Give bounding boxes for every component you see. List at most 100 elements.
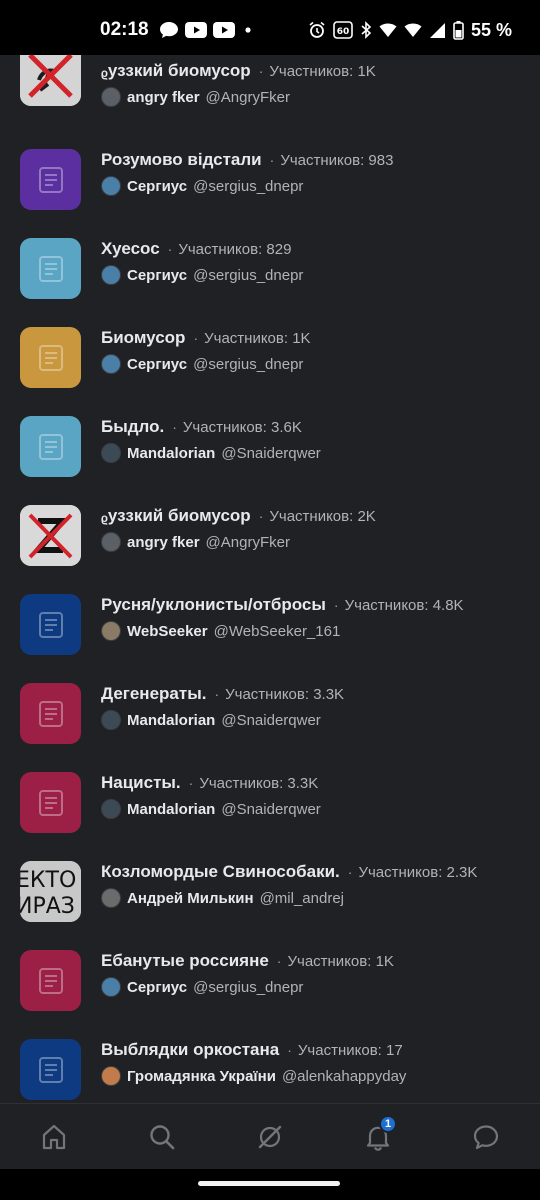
list-separator: · bbox=[188, 775, 194, 791]
owner-handle: @sergius_dnepr bbox=[193, 355, 304, 373]
list-icon bbox=[20, 683, 81, 744]
avatar bbox=[101, 710, 121, 730]
list-item[interactable]: Дегенераты. · Участников: 3.3K Mandalori… bbox=[0, 678, 540, 767]
owner-handle: @Snaiderqwer bbox=[221, 800, 321, 818]
avatar bbox=[101, 1066, 121, 1086]
notification-badge: 1 bbox=[379, 1114, 397, 1133]
list-item[interactable]: ᵨуззкий биомусор · Участников: 1K angry … bbox=[0, 55, 540, 144]
spaces-icon bbox=[258, 1125, 282, 1148]
youtube-icon bbox=[212, 22, 235, 38]
list-item[interactable]: Розумово відстали · Участников: 983 Серг… bbox=[0, 144, 540, 233]
owner-name: Mandalorian bbox=[127, 444, 216, 462]
lists-container: ᵨуззкий биомусор · Участников: 1K angry … bbox=[0, 55, 540, 1103]
list-member-count: Участников: 2.3K bbox=[358, 864, 478, 881]
nav-messages[interactable] bbox=[456, 1107, 516, 1167]
avatar bbox=[101, 799, 121, 819]
refresh-rate-label: 60 bbox=[337, 27, 350, 37]
list-separator: · bbox=[258, 508, 264, 524]
home-icon bbox=[42, 1124, 66, 1149]
list-item[interactable]: Хуесос · Участников: 829 Сергиус @sergiu… bbox=[0, 233, 540, 322]
list-separator: · bbox=[214, 686, 220, 702]
status-bar: 02:18 60 55 % bbox=[0, 0, 540, 60]
gesture-handle[interactable] bbox=[198, 1181, 340, 1186]
image-text-line-2: ИРАЗ bbox=[20, 894, 75, 919]
list-item[interactable]: Выблядки оркостана · Участников: 17 Гром… bbox=[0, 1034, 540, 1103]
list-member-count: Участников: 1K bbox=[269, 63, 376, 80]
youtube-icon bbox=[184, 22, 207, 38]
messages-icon bbox=[473, 1124, 499, 1149]
avatar bbox=[101, 621, 121, 641]
bluetooth-icon bbox=[360, 21, 372, 39]
owner-name: Громадянка України bbox=[127, 1067, 276, 1085]
wifi-icon bbox=[379, 22, 397, 38]
list-separator: · bbox=[167, 241, 173, 257]
list-item[interactable]: ЕКТО ИРАЗ Козломордые Свинособаки. · Учас… bbox=[0, 856, 540, 945]
list-name: ᵨуззкий биомусор bbox=[101, 61, 251, 80]
list-separator: · bbox=[269, 152, 275, 168]
owner-handle: @alenkahappyday bbox=[281, 1067, 407, 1085]
owner-name: angry fker bbox=[127, 533, 200, 551]
list-item[interactable]: Ебанутые россияне · Участников: 1K Серги… bbox=[0, 945, 540, 1034]
list-icon bbox=[20, 238, 81, 299]
list-member-count: Участников: 983 bbox=[280, 152, 394, 169]
owner-handle: @WebSeeker_161 bbox=[213, 622, 341, 640]
owner-name: WebSeeker bbox=[127, 622, 208, 640]
list-name: Нацисты. bbox=[101, 773, 181, 792]
chat-bubble-icon bbox=[159, 21, 179, 39]
list-icon bbox=[20, 149, 81, 210]
list-separator: · bbox=[258, 63, 264, 79]
list-member-count: Участников: 4.8K bbox=[344, 597, 464, 614]
list-name: Хуесос bbox=[101, 239, 160, 258]
nav-home[interactable] bbox=[24, 1107, 84, 1167]
list-item[interactable]: ᵨуззкий биомусор · Участников: 2K angry … bbox=[0, 500, 540, 589]
status-system-icons: 60 55 % bbox=[308, 20, 512, 41]
signal-icon bbox=[429, 22, 446, 39]
status-time: 02:18 bbox=[100, 19, 149, 40]
avatar bbox=[101, 532, 121, 552]
list-name: Дегенераты. bbox=[101, 684, 207, 703]
avatar bbox=[101, 265, 121, 285]
owner-handle: @mil_andrej bbox=[259, 889, 344, 907]
list-name: ᵨуззкий биомусор bbox=[101, 506, 251, 525]
list-item[interactable]: Русня/уклонисты/отбросы · Участников: 4.… bbox=[0, 589, 540, 678]
list-name: Выблядки оркостана bbox=[101, 1040, 280, 1059]
search-icon bbox=[150, 1124, 175, 1149]
owner-name: Сергиус bbox=[127, 266, 188, 284]
owner-handle: @Snaiderqwer bbox=[221, 444, 321, 462]
owner-name: Сергиус bbox=[127, 978, 188, 996]
list-separator: · bbox=[193, 330, 199, 346]
list-name: Биомусор bbox=[101, 328, 186, 347]
list-member-count: Участников: 3.3K bbox=[199, 775, 319, 792]
owner-handle: @AngryFker bbox=[205, 533, 290, 551]
nav-spaces[interactable] bbox=[240, 1107, 300, 1167]
owner-handle: @sergius_dnepr bbox=[193, 266, 304, 284]
nav-search[interactable] bbox=[132, 1107, 192, 1167]
list-icon bbox=[20, 594, 81, 655]
owner-handle: @sergius_dnepr bbox=[193, 978, 304, 996]
list-separator: · bbox=[172, 419, 177, 435]
list-member-count: Участников: 2K bbox=[269, 508, 376, 525]
gesture-navigation-area bbox=[0, 1169, 540, 1200]
list-name: Ебанутые россияне bbox=[101, 951, 269, 970]
battery-icon bbox=[453, 20, 464, 40]
list-icon bbox=[20, 950, 81, 1011]
owner-handle: @sergius_dnepr bbox=[193, 177, 304, 195]
list-name: Козломордые Свинособаки. bbox=[101, 862, 340, 881]
owner-name: Mandalorian bbox=[127, 711, 216, 729]
list-item[interactable]: Нацисты. · Участников: 3.3K Mandalorian … bbox=[0, 767, 540, 856]
list-item[interactable]: Биомусор · Участников: 1K Сергиус @sergi… bbox=[0, 322, 540, 411]
owner-handle: @Snaiderqwer bbox=[221, 711, 321, 729]
owner-handle: @AngryFker bbox=[205, 88, 290, 106]
list-item[interactable]: Быдло. · Участников: 3.6K Mandalorian @S… bbox=[0, 411, 540, 500]
wifi-icon bbox=[404, 22, 422, 38]
list-member-count: Участников: 17 bbox=[297, 1042, 403, 1059]
alarm-icon bbox=[308, 21, 326, 39]
list-separator: · bbox=[333, 597, 339, 613]
list-image-icon: ЕКТО ИРАЗ bbox=[20, 861, 81, 922]
nav-notifications[interactable]: 1 bbox=[348, 1107, 408, 1167]
avatar bbox=[101, 443, 121, 463]
list-member-count: Участников: 3.6K bbox=[182, 419, 302, 436]
list-separator: · bbox=[276, 953, 282, 969]
list-member-count: Участников: 829 bbox=[178, 241, 292, 258]
owner-name: Mandalorian bbox=[127, 800, 216, 818]
